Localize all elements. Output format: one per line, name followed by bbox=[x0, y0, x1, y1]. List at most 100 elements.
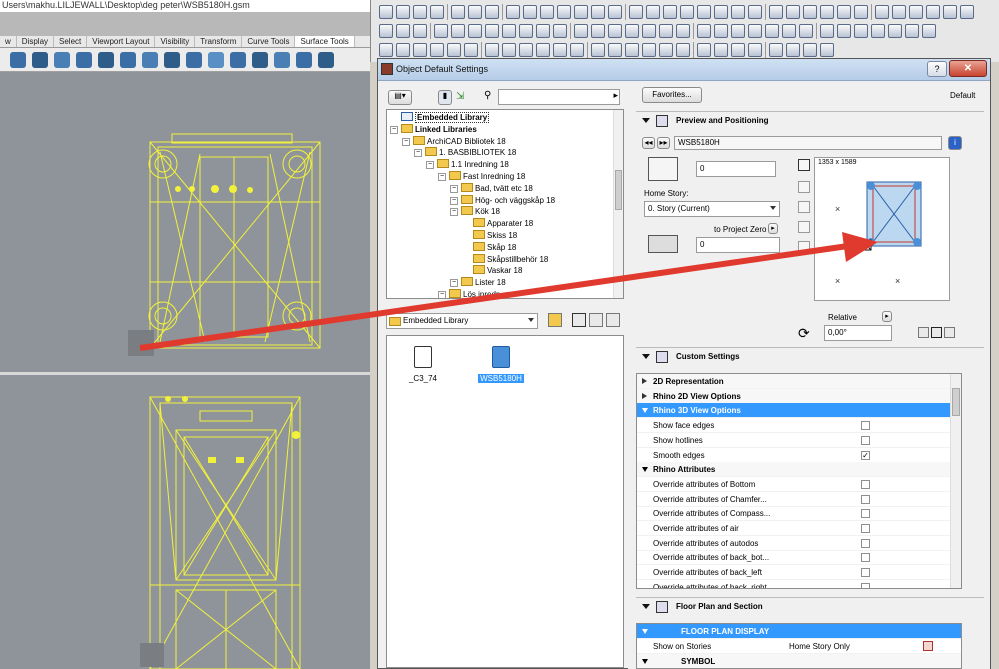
toolbar-tool-icon[interactable] bbox=[748, 43, 762, 57]
mirror-x-button[interactable] bbox=[931, 327, 942, 338]
anchor-point-icon[interactable]: × bbox=[835, 276, 840, 286]
dialog-title-bar[interactable]: Object Default Settings ? ✕ bbox=[378, 59, 990, 81]
elevation-view-icon[interactable] bbox=[798, 241, 810, 253]
toolbar-tool-icon[interactable] bbox=[536, 24, 550, 38]
toolbar-tool-icon[interactable] bbox=[464, 43, 478, 57]
toolbar-tool-icon[interactable] bbox=[926, 5, 940, 19]
library-item[interactable]: _C3_74 bbox=[393, 346, 453, 383]
tree-node[interactable]: − Linked Libraries bbox=[390, 123, 477, 136]
project-zero-field[interactable]: 0 bbox=[696, 237, 780, 253]
tree-node[interactable]: − ArchiCAD Bibliotek 18 bbox=[402, 135, 506, 148]
settings-row[interactable]: Override attributes of Bottom bbox=[637, 477, 951, 492]
library-dropdown[interactable]: Embedded Library bbox=[386, 313, 538, 329]
toolbar-tool-icon[interactable] bbox=[430, 43, 444, 57]
toolbar-tool-icon[interactable] bbox=[553, 43, 567, 57]
rhino-top-viewport[interactable] bbox=[0, 72, 370, 372]
toolbar-tool-icon[interactable] bbox=[468, 24, 482, 38]
next-object-button[interactable]: ▸▸ bbox=[657, 137, 670, 149]
toolbar-tool-icon[interactable] bbox=[697, 24, 711, 38]
toolbar-tool-icon[interactable] bbox=[676, 24, 690, 38]
toolbar-tool-icon[interactable] bbox=[765, 24, 779, 38]
tree-node[interactable]: − Fast Inredning 18 bbox=[438, 171, 525, 183]
settings-group[interactable]: 2D Representation bbox=[637, 374, 951, 389]
toolbar-tool-icon[interactable] bbox=[820, 24, 834, 38]
toolbar-tool-icon[interactable] bbox=[379, 24, 393, 38]
checkbox[interactable] bbox=[861, 553, 870, 563]
tree-node[interactable]: − Bad, tvätt etc 18 bbox=[450, 182, 533, 195]
surface-tool-icon[interactable] bbox=[186, 52, 202, 68]
toolbar-tool-icon[interactable] bbox=[731, 43, 745, 57]
toolbar-tool-icon[interactable] bbox=[591, 24, 605, 38]
tree-scroll-thumb[interactable] bbox=[615, 170, 622, 210]
toolbar-tool-icon[interactable] bbox=[659, 43, 673, 57]
library-tree[interactable]: Embedded Library − Linked Libraries − ArchiC… bbox=[386, 109, 624, 299]
toolbar-tool-icon[interactable] bbox=[714, 24, 728, 38]
settings-row[interactable]: Override attributes of back_bot... bbox=[637, 550, 951, 566]
settings-row[interactable]: Override attributes of autodos bbox=[637, 536, 951, 551]
surface-tool-icon[interactable] bbox=[230, 52, 246, 68]
tree-expander-icon[interactable]: − bbox=[426, 161, 434, 170]
toolbar-tool-icon[interactable] bbox=[697, 5, 711, 19]
search-go-icon[interactable]: ▸ bbox=[613, 90, 618, 101]
surface-tool-icon[interactable] bbox=[120, 52, 136, 68]
tree-node[interactable]: − Hög- och väggskåp 18 bbox=[450, 194, 555, 207]
toolbar-tool-icon[interactable] bbox=[557, 5, 571, 19]
settings-scrollbar[interactable] bbox=[950, 374, 961, 588]
toolbar-tool-icon[interactable] bbox=[523, 5, 537, 19]
tree-node[interactable]: Skåp 18 bbox=[473, 241, 516, 254]
toolbar-tool-icon[interactable] bbox=[642, 24, 656, 38]
toolbar-tool-icon[interactable] bbox=[960, 5, 974, 19]
show-on-stories-row[interactable]: Show on Stories Home Story Only bbox=[637, 639, 961, 654]
expand-triangle-icon[interactable] bbox=[642, 408, 648, 414]
toolbar-tool-icon[interactable] bbox=[820, 5, 834, 19]
rhino-tab[interactable]: Display bbox=[17, 36, 55, 47]
toolbar-tool-icon[interactable] bbox=[413, 43, 427, 57]
settings-row[interactable]: Show hotlines bbox=[637, 433, 951, 448]
toolbar-tool-icon[interactable] bbox=[396, 5, 410, 19]
toolbar-tool-icon[interactable] bbox=[629, 5, 643, 19]
toolbar-tool-icon[interactable] bbox=[786, 43, 800, 57]
mirror-y-button[interactable] bbox=[944, 327, 955, 338]
toolbar-tool-icon[interactable] bbox=[680, 5, 694, 19]
toolbar-tool-icon[interactable] bbox=[943, 5, 957, 19]
toolbar-tool-icon[interactable] bbox=[574, 5, 588, 19]
linked-icon[interactable]: ⇲ bbox=[456, 91, 464, 102]
toolbar-tool-icon[interactable] bbox=[714, 5, 728, 19]
checkbox[interactable] bbox=[861, 509, 870, 519]
toolbar-tool-icon[interactable] bbox=[451, 5, 465, 19]
toolbar-tool-icon[interactable] bbox=[519, 43, 533, 57]
settings-scroll-thumb[interactable] bbox=[952, 388, 960, 416]
toolbar-tool-icon[interactable] bbox=[468, 5, 482, 19]
toolbar-tool-icon[interactable] bbox=[676, 43, 690, 57]
tree-node[interactable]: − Lister 18 bbox=[450, 277, 506, 289]
checkbox[interactable] bbox=[861, 568, 870, 578]
surface-tool-icon[interactable] bbox=[296, 52, 312, 68]
collapsed-triangle-icon[interactable] bbox=[642, 378, 647, 384]
angle-field[interactable]: 0,00° bbox=[824, 325, 892, 341]
elevation-field[interactable]: 0 bbox=[696, 161, 776, 177]
toolbar-tool-icon[interactable] bbox=[608, 5, 622, 19]
toolbar-tool-icon[interactable] bbox=[714, 43, 728, 57]
gumball-handle[interactable] bbox=[128, 330, 154, 356]
rhino-tab[interactable]: Select bbox=[54, 36, 88, 47]
home-story-dropdown[interactable]: 0. Story (Current) bbox=[644, 201, 780, 217]
toolbar-tool-icon[interactable] bbox=[663, 5, 677, 19]
tree-node[interactable]: Skåpstillbehör 18 bbox=[473, 253, 548, 266]
tree-expander-icon[interactable]: − bbox=[414, 149, 422, 158]
plan-view-icon[interactable] bbox=[798, 159, 810, 171]
settings-row[interactable]: Override attributes of air bbox=[637, 521, 951, 536]
toolbar-tool-icon[interactable] bbox=[570, 43, 584, 57]
toolbar-tool-icon[interactable] bbox=[625, 43, 639, 57]
settings-row[interactable]: Show face edges bbox=[637, 418, 951, 434]
toolbar-tool-icon[interactable] bbox=[396, 24, 410, 38]
tree-node[interactable]: Apparater 18 bbox=[473, 218, 533, 230]
expand-triangle-icon[interactable] bbox=[642, 467, 648, 473]
custom-settings-list[interactable]: 2D Representation Rhino 2D View Options Rh… bbox=[636, 373, 962, 589]
toolbar-tool-icon[interactable] bbox=[892, 5, 906, 19]
toolbar-tool-icon[interactable] bbox=[875, 5, 889, 19]
toolbar-tool-icon[interactable] bbox=[447, 43, 461, 57]
toolbar-tool-icon[interactable] bbox=[820, 43, 834, 57]
rhino-tab[interactable]: w bbox=[0, 36, 17, 47]
toolbar-tool-icon[interactable] bbox=[769, 5, 783, 19]
toolbar-tool-icon[interactable] bbox=[922, 24, 936, 38]
